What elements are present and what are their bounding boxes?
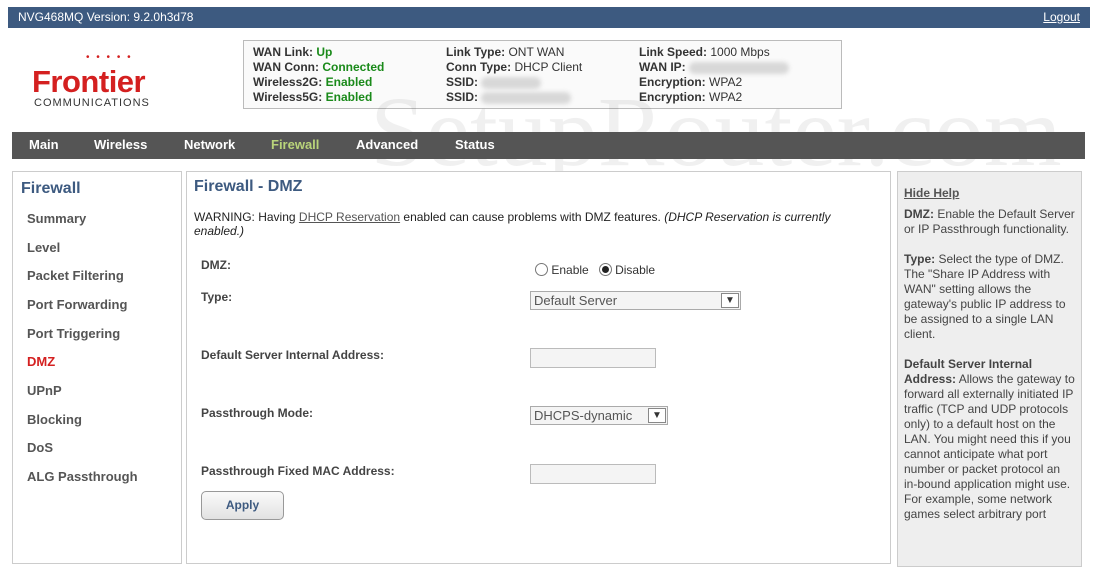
main-nav: Main Wireless Network Firewall Advanced … (12, 132, 1085, 159)
logo-dots: • • • • • (86, 52, 133, 63)
chevron-down-icon: ▼ (721, 293, 739, 308)
sidebar-item-alg-passthrough[interactable]: ALG Passthrough (27, 469, 138, 484)
help-default-server: Default Server Internal Address: Allows … (904, 357, 1075, 522)
wan-conn-label: WAN Conn: (253, 60, 319, 74)
wan-link-value: Up (316, 45, 333, 59)
sidebar-item-port-triggering[interactable]: Port Triggering (27, 326, 120, 341)
title-bar: NVG468MQ Version: 9.2.0h3d78 Logout (8, 7, 1090, 28)
wan-conn-value: Connected (322, 60, 385, 74)
tab-network[interactable]: Network (184, 137, 235, 152)
chevron-down-icon: ▼ (648, 408, 666, 423)
sidebar-item-port-forwarding[interactable]: Port Forwarding (27, 297, 127, 312)
encryption-label-2g: Encryption: (639, 75, 706, 89)
wireless5g-label: Wireless5G: (253, 90, 323, 104)
logo-brand: Frontier (32, 64, 146, 99)
tab-advanced[interactable]: Advanced (356, 137, 418, 152)
connection-status-panel: WAN Link: Up WAN Conn: Connected Wireles… (243, 40, 842, 109)
dmz-content-panel: Firewall - DMZ WARNING: Having DHCP Rese… (186, 171, 891, 564)
encryption-value-5g: WPA2 (709, 90, 743, 104)
dmz-label: DMZ: (201, 258, 231, 272)
link-speed-value: 1000 Mbps (710, 45, 770, 59)
warning-suffix: enabled can cause problems with DMZ feat… (400, 210, 665, 224)
dmz-disable-radio[interactable] (598, 263, 612, 276)
help-dsia-text: Allows the gateway to forward all extern… (904, 372, 1075, 521)
help-panel: Hide Help DMZ: Enable the Default Server… (897, 171, 1082, 567)
sidebar-item-dos[interactable]: DoS (27, 440, 53, 455)
wireless2g-label: Wireless2G: (253, 75, 323, 89)
ssid-label-2g: SSID: (446, 75, 479, 89)
help-dmz: DMZ: Enable the Default Server or IP Pas… (904, 207, 1075, 237)
wan-ip-label: WAN IP: (639, 60, 686, 74)
warning-prefix: WARNING: Having (194, 210, 299, 224)
dhcp-warning: WARNING: Having DHCP Reservation enabled… (194, 210, 864, 238)
passthrough-mac-label: Passthrough Fixed MAC Address: (201, 464, 395, 478)
tab-firewall[interactable]: Firewall (271, 137, 319, 152)
sidebar-item-dmz[interactable]: DMZ (27, 354, 55, 369)
sidebar-item-upnp[interactable]: UPnP (27, 383, 62, 398)
page-title: Firewall - DMZ (194, 178, 303, 195)
default-server-input[interactable] (530, 348, 656, 368)
help-dmz-term: DMZ: (904, 207, 934, 221)
wireless5g-value: Enabled (325, 90, 373, 104)
sidebar-item-packet-filtering[interactable]: Packet Filtering (27, 268, 124, 283)
dhcp-reservation-link[interactable]: DHCP Reservation (299, 210, 400, 224)
passthrough-mode-label: Passthrough Mode: (201, 406, 314, 420)
sidebar-item-summary[interactable]: Summary (27, 211, 86, 226)
wan-link-label: WAN Link: (253, 45, 313, 59)
wan-ip-redacted (689, 61, 790, 74)
sidebar-item-blocking[interactable]: Blocking (27, 412, 82, 427)
ssid-label-5g: SSID: (446, 90, 479, 104)
help-type: Type: Select the type of DMZ. The "Share… (904, 252, 1075, 342)
firewall-sidebar: Firewall Summary Level Packet Filtering … (12, 171, 182, 564)
conn-type-value: DHCP Client (514, 60, 583, 74)
passthrough-mode-select[interactable]: DHCPS-dynamic ▼ (530, 406, 668, 425)
apply-button[interactable]: Apply (201, 491, 284, 520)
dmz-disable-label: Disable (615, 263, 656, 277)
type-select[interactable]: Default Server ▼ (530, 291, 741, 310)
type-select-value: Default Server (534, 293, 618, 308)
dmz-radio-group: Enable Disable (535, 263, 655, 277)
passthrough-mac-input[interactable] (530, 464, 656, 484)
link-type-label: Link Type: (446, 45, 506, 59)
sidebar-item-level[interactable]: Level (27, 240, 60, 255)
dmz-enable-radio[interactable] (535, 263, 548, 276)
encryption-value-2g: WPA2 (709, 75, 743, 89)
version-label: NVG468MQ Version: 9.2.0h3d78 (18, 10, 194, 24)
help-type-term: Type: (904, 252, 936, 266)
dmz-enable-label: Enable (551, 263, 589, 277)
conn-type-label: Conn Type: (446, 60, 512, 74)
passthrough-mode-value: DHCPS-dynamic (534, 408, 633, 423)
ssid-5g-redacted (481, 91, 572, 104)
wireless2g-value: Enabled (325, 75, 373, 89)
link-speed-label: Link Speed: (639, 45, 708, 59)
hide-help-link[interactable]: Hide Help (904, 186, 1075, 201)
encryption-label-5g: Encryption: (639, 90, 706, 104)
tab-status[interactable]: Status (455, 137, 495, 152)
frontier-logo: • • • • • Frontier COMMUNICATIONS (30, 52, 170, 112)
logout-link[interactable]: Logout (1043, 10, 1080, 24)
link-type-value: ONT WAN (508, 45, 565, 59)
logo-subtitle: COMMUNICATIONS (34, 97, 150, 109)
tab-wireless[interactable]: Wireless (94, 137, 147, 152)
default-server-label: Default Server Internal Address: (201, 348, 384, 362)
tab-main[interactable]: Main (29, 137, 59, 152)
ssid-2g-redacted (481, 76, 542, 89)
sidebar-title: Firewall (21, 180, 81, 197)
type-label: Type: (201, 290, 233, 304)
